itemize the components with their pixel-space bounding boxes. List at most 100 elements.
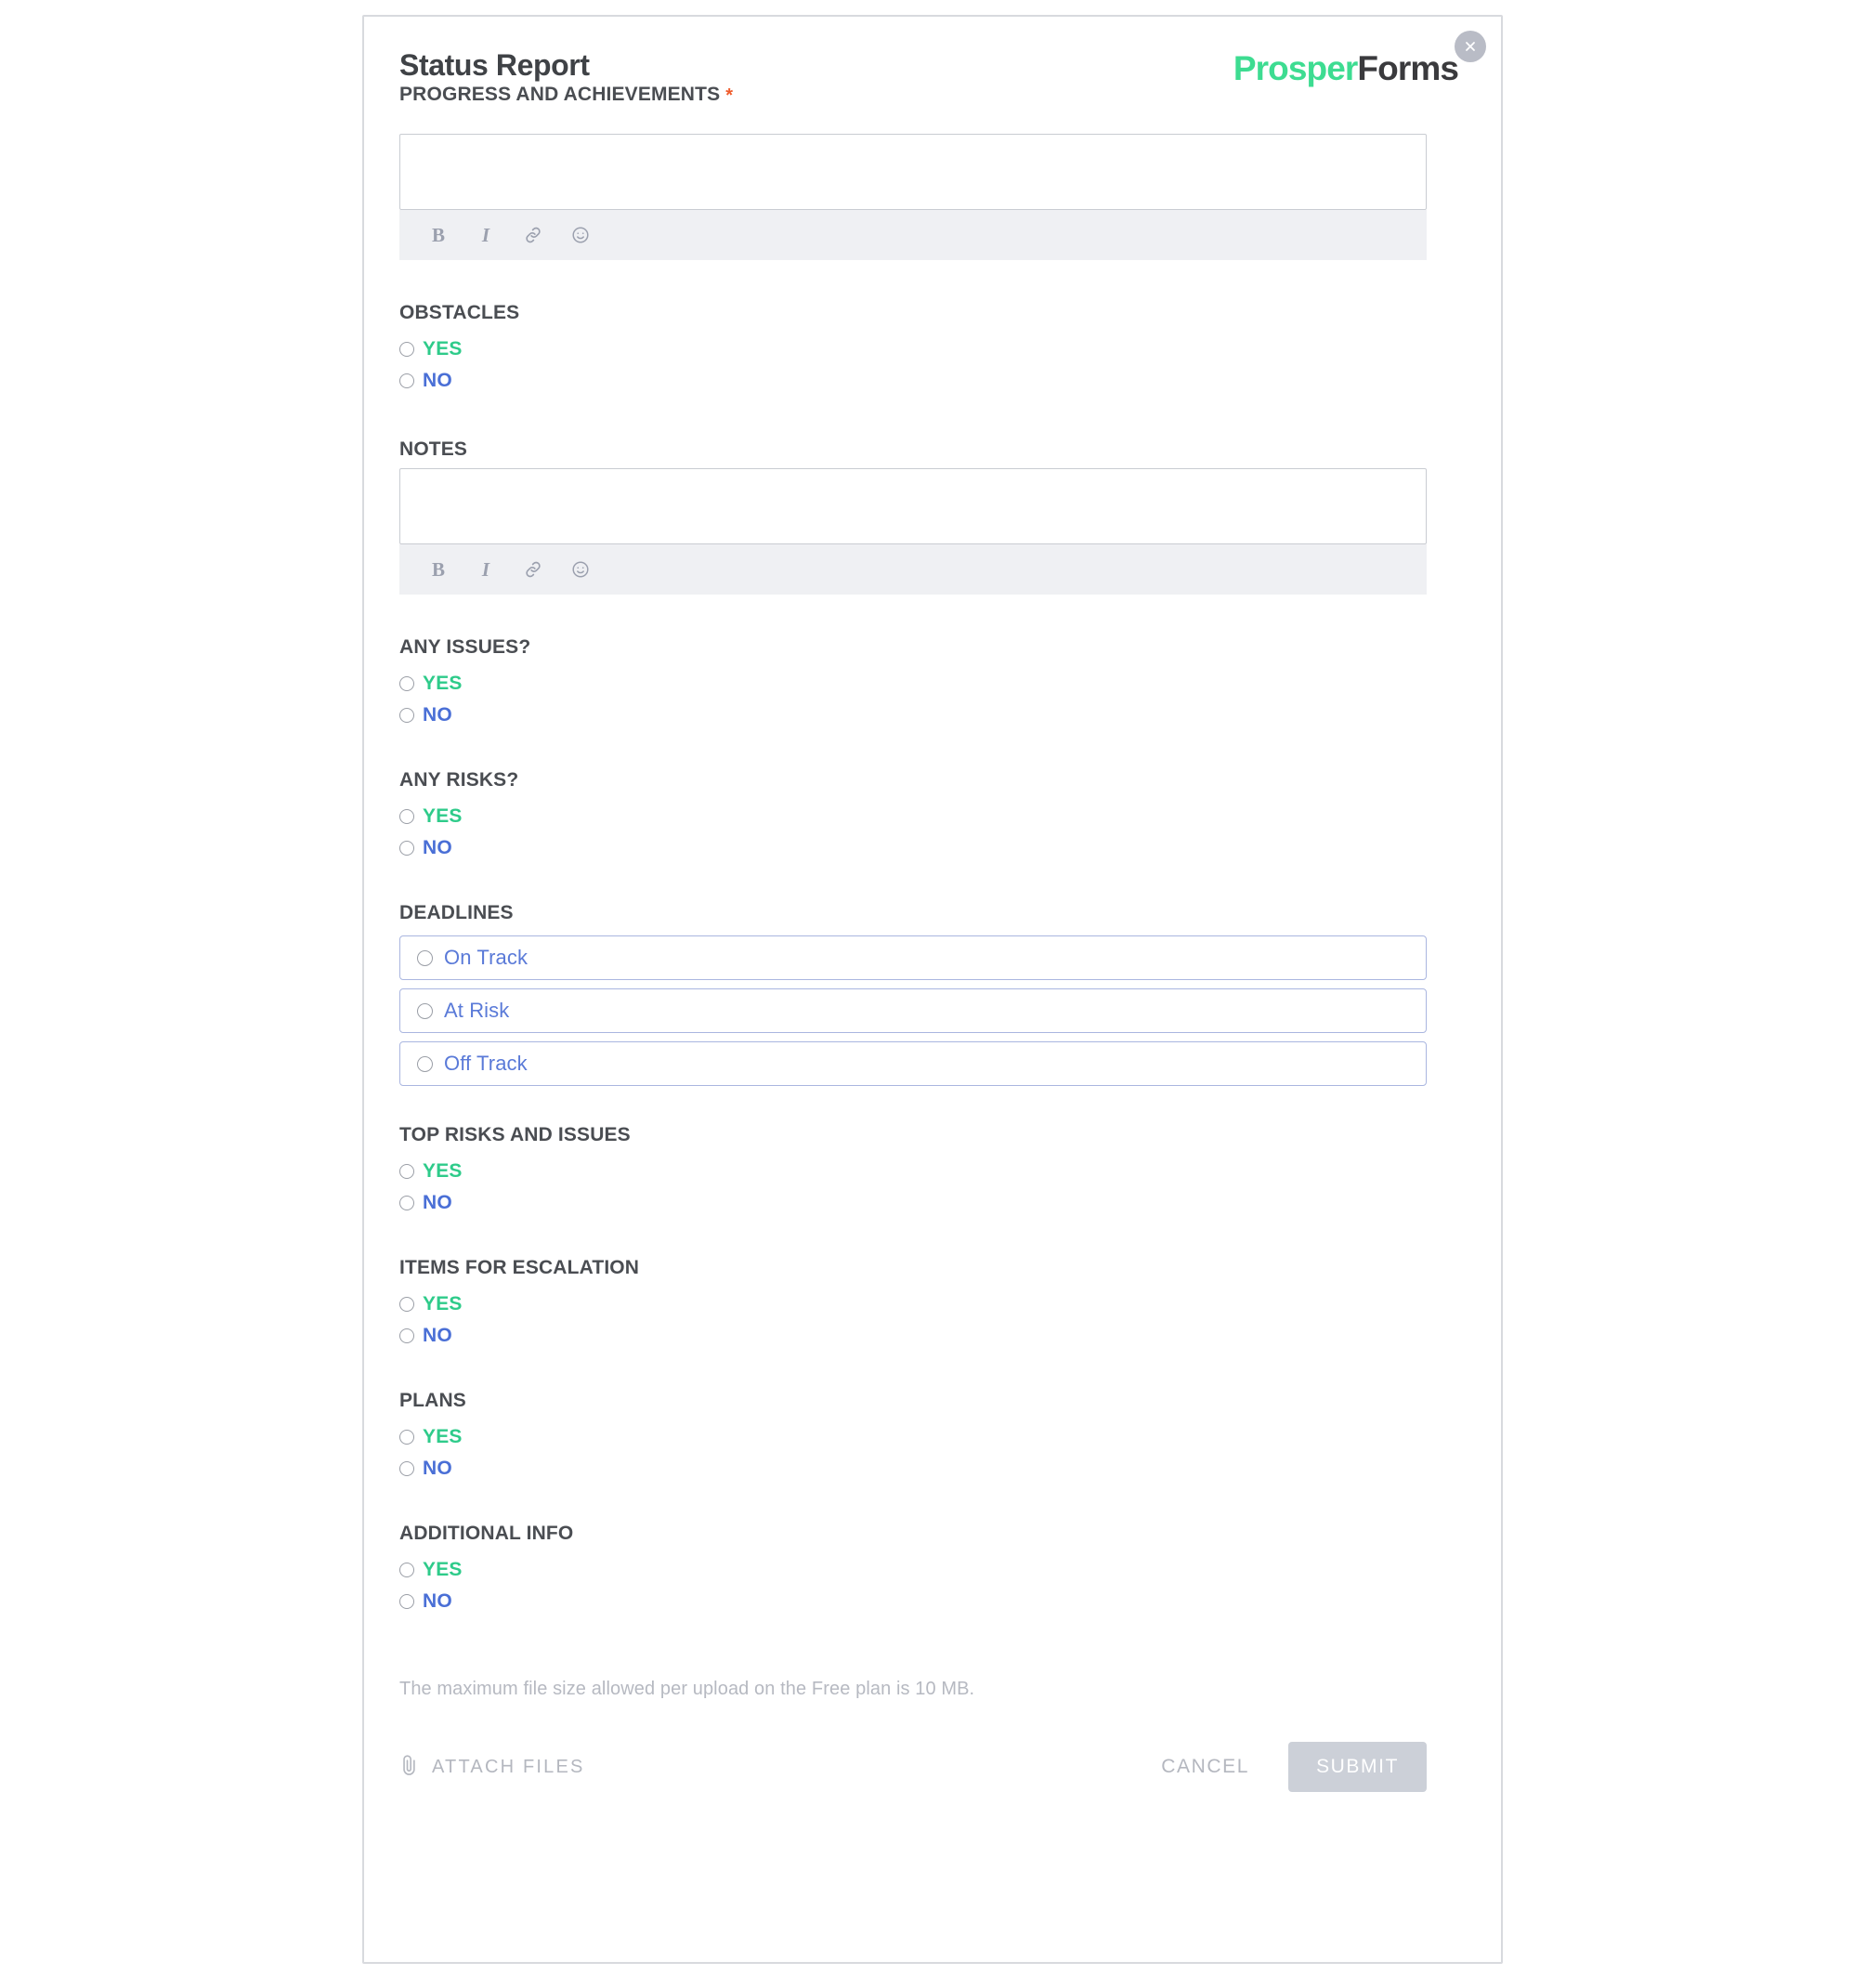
status-report-form-panel: Status Report PROGRESS AND ACHIEVEMENTS *…	[362, 15, 1503, 1964]
radio-icon[interactable]	[399, 809, 414, 824]
radio-icon[interactable]	[417, 949, 433, 966]
screen-root: Status Report PROGRESS AND ACHIEVEMENTS *…	[0, 0, 1866, 1988]
radio-icon[interactable]	[399, 1563, 414, 1577]
page-title: Status Report	[399, 48, 590, 82]
any-issues-option-yes[interactable]: YES	[399, 668, 1466, 700]
deadlines-option-at-risk-label: At Risk	[444, 999, 510, 1022]
required-marker: *	[725, 85, 734, 106]
obstacles-option-yes[interactable]: YES	[399, 334, 1466, 365]
radio-icon[interactable]	[399, 1328, 414, 1343]
cancel-button[interactable]: CANCEL	[1161, 1756, 1249, 1778]
items-for-escalation-option-yes[interactable]: YES	[399, 1288, 1466, 1320]
deadlines-option-on-track-label: On Track	[444, 946, 528, 969]
paperclip-icon	[399, 1753, 420, 1782]
radio-icon[interactable]	[399, 1297, 414, 1312]
italic-icon[interactable]: I	[473, 556, 499, 582]
deadlines-option-off-track-label: Off Track	[444, 1052, 528, 1075]
brand-first-word: Prosper	[1233, 49, 1358, 87]
top-risks-and-issues-option-yes-label: YES	[423, 1160, 463, 1182]
title-block: Status Report PROGRESS AND ACHIEVEMENTS *	[399, 47, 733, 108]
any-risks-option-yes[interactable]: YES	[399, 801, 1466, 832]
radio-icon[interactable]	[399, 676, 414, 691]
top-risks-and-issues-options: YES NO	[399, 1156, 1466, 1219]
any-issues-label: ANY ISSUES?	[399, 636, 531, 658]
form-header: Status Report PROGRESS AND ACHIEVEMENTS *…	[399, 31, 1486, 127]
form-footer-bar: ATTACH FILES CANCEL SUBMIT	[399, 1741, 1427, 1793]
deadlines-option-off-track[interactable]: Off Track	[399, 1041, 1427, 1086]
any-risks-option-no[interactable]: NO	[399, 832, 1466, 864]
bold-icon[interactable]: B	[425, 556, 451, 582]
any-issues-option-no[interactable]: NO	[399, 700, 1466, 731]
any-issues-options: YES NO	[399, 668, 1466, 731]
additional-info-option-yes[interactable]: YES	[399, 1554, 1466, 1586]
plans-label: PLANS	[399, 1390, 466, 1411]
radio-icon[interactable]	[399, 342, 414, 357]
italic-icon[interactable]: I	[473, 222, 499, 248]
additional-info-options: YES NO	[399, 1554, 1466, 1617]
progress-field-label: PROGRESS AND ACHIEVEMENTS *	[399, 83, 733, 108]
brand-second-word: Forms	[1357, 49, 1458, 87]
section-plans: PLANS YES NO	[399, 1389, 1466, 1484]
radio-icon[interactable]	[417, 1055, 433, 1072]
radio-icon[interactable]	[399, 1430, 414, 1445]
emoji-icon[interactable]	[568, 556, 594, 582]
file-size-note: The maximum file size allowed per upload…	[399, 1679, 975, 1699]
deadlines-options: On Track At Risk Off Track	[399, 935, 1466, 1086]
radio-icon[interactable]	[399, 373, 414, 388]
additional-info-option-no[interactable]: NO	[399, 1586, 1466, 1617]
section-additional-info: ADDITIONAL INFO YES NO	[399, 1522, 1466, 1617]
deadlines-label: DEADLINES	[399, 902, 514, 923]
deadlines-option-at-risk[interactable]: At Risk	[399, 988, 1427, 1033]
section-items-for-escalation: ITEMS FOR ESCALATION YES NO	[399, 1256, 1466, 1352]
any-risks-options: YES NO	[399, 801, 1466, 864]
submit-button[interactable]: SUBMIT	[1288, 1742, 1427, 1792]
items-for-escalation-label: ITEMS FOR ESCALATION	[399, 1257, 640, 1278]
obstacles-label: OBSTACLES	[399, 302, 520, 323]
top-risks-and-issues-option-yes[interactable]: YES	[399, 1156, 1466, 1187]
radio-icon[interactable]	[399, 1164, 414, 1179]
radio-icon[interactable]	[417, 1002, 433, 1019]
deadlines-option-on-track[interactable]: On Track	[399, 935, 1427, 980]
items-for-escalation-options: YES NO	[399, 1288, 1466, 1352]
any-risks-option-yes-label: YES	[423, 805, 463, 827]
radio-icon[interactable]	[399, 1594, 414, 1609]
notes-editor: B I	[399, 468, 1466, 595]
any-issues-option-no-label: NO	[423, 704, 452, 726]
progress-editor-toolbar: B I	[399, 210, 1427, 260]
top-risks-and-issues-option-no[interactable]: NO	[399, 1187, 1466, 1219]
section-top-risks-and-issues: TOP RISKS AND ISSUES YES NO	[399, 1123, 1466, 1219]
any-issues-option-yes-label: YES	[423, 673, 463, 694]
obstacles-option-no-label: NO	[423, 370, 452, 391]
section-notes: NOTES B I	[399, 438, 1466, 595]
prosperforms-logo: ProsperForms	[1233, 49, 1459, 88]
items-for-escalation-option-no-label: NO	[423, 1325, 452, 1346]
additional-info-option-no-label: NO	[423, 1590, 452, 1612]
notes-editor-toolbar: B I	[399, 544, 1427, 595]
items-for-escalation-option-yes-label: YES	[423, 1293, 463, 1314]
close-icon[interactable]	[1455, 31, 1486, 62]
obstacles-option-yes-label: YES	[423, 338, 463, 360]
notes-label: NOTES	[399, 438, 468, 460]
items-for-escalation-option-no[interactable]: NO	[399, 1320, 1466, 1352]
section-any-issues: ANY ISSUES? YES NO	[399, 635, 1466, 731]
radio-icon[interactable]	[399, 1196, 414, 1210]
bold-icon[interactable]: B	[425, 222, 451, 248]
link-icon[interactable]	[520, 556, 546, 582]
obstacles-option-no[interactable]: NO	[399, 365, 1466, 397]
plans-option-no[interactable]: NO	[399, 1453, 1466, 1484]
plans-option-yes-label: YES	[423, 1426, 463, 1447]
radio-icon[interactable]	[399, 841, 414, 856]
link-icon[interactable]	[520, 222, 546, 248]
notes-textarea[interactable]	[399, 468, 1427, 544]
progress-textarea[interactable]	[399, 134, 1427, 210]
radio-icon[interactable]	[399, 708, 414, 723]
emoji-icon[interactable]	[568, 222, 594, 248]
attach-files-button[interactable]: ATTACH FILES	[399, 1753, 585, 1782]
obstacles-options: YES NO	[399, 334, 1466, 397]
plans-option-yes[interactable]: YES	[399, 1421, 1466, 1453]
any-risks-label: ANY RISKS?	[399, 769, 519, 791]
radio-icon[interactable]	[399, 1461, 414, 1476]
top-risks-and-issues-option-no-label: NO	[423, 1192, 452, 1213]
plans-option-no-label: NO	[423, 1458, 452, 1479]
section-any-risks: ANY RISKS? YES NO	[399, 768, 1466, 864]
